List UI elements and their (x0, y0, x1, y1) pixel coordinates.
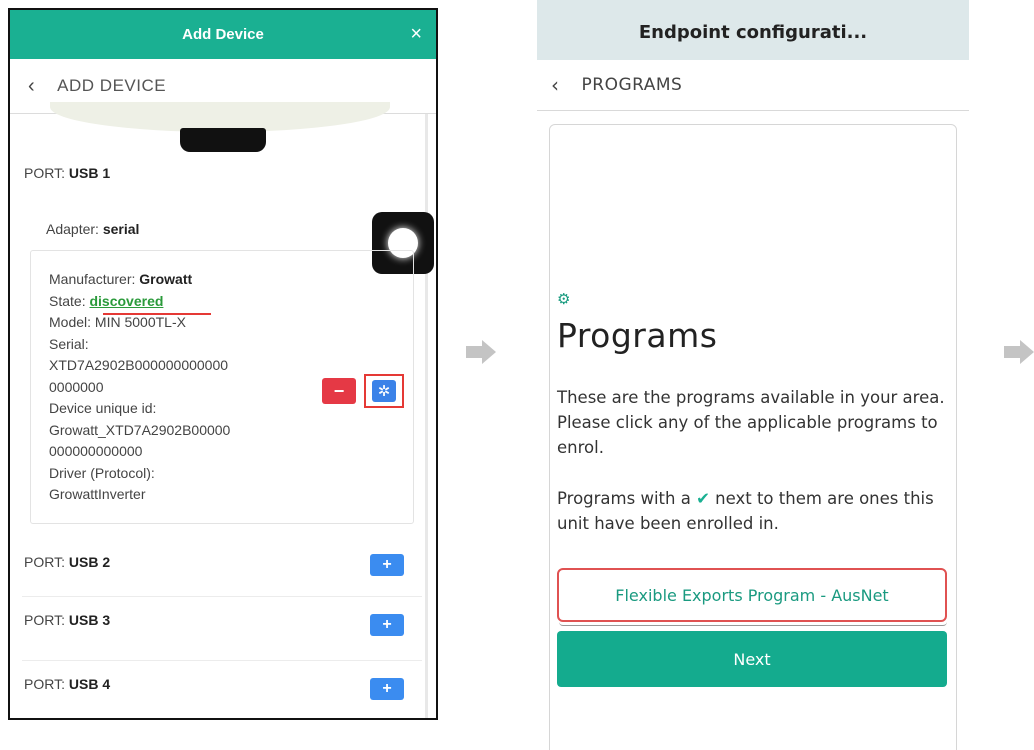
wrench-icon: ✲ (372, 380, 396, 402)
device-uid-line2: 000000000000 (49, 443, 143, 459)
port-usb2-label: PORT: USB 2 (24, 554, 110, 570)
port-usb3-label: PORT: USB 3 (24, 612, 110, 628)
programs-description: These are the programs available in your… (557, 388, 945, 457)
plus-icon: + (382, 556, 392, 573)
manufacturer-line: Manufacturer: Growatt (49, 269, 299, 291)
port-name: USB 1 (68, 165, 111, 181)
device-info-box: Manufacturer: Growatt State: discovered … (30, 250, 414, 524)
port-name: USB 4 (68, 676, 111, 692)
remove-device-button[interactable]: − (322, 378, 356, 404)
programs-panel: Endpoint configurati... ‹ PROGRAMS ⚙ Pro… (537, 0, 969, 750)
enrolled-note: Programs with a ✔ next to them are ones … (557, 486, 952, 536)
model-line: Model: MIN 5000TL-X (49, 314, 186, 330)
port-prefix: PORT: (24, 165, 65, 181)
programs-window-title: Endpoint configurati... (638, 22, 868, 43)
program-button-label: Flexible Exports Program - AusNet (615, 585, 889, 605)
port-name: USB 2 (68, 554, 111, 570)
close-icon[interactable]: × (410, 22, 422, 46)
state-line: State: discovered (49, 291, 299, 313)
flow-arrow-icon (1004, 340, 1034, 364)
device-uid-line1: Growatt_XTD7A2902B00000 (49, 421, 231, 438)
programs-heading: Programs (557, 316, 718, 355)
port-prefix: PORT: (24, 554, 65, 570)
serial-key: Serial: (49, 335, 89, 352)
gear-icon: ⚙ (557, 291, 571, 308)
divider (22, 660, 422, 661)
adapter-label: Adapter: serial (46, 221, 139, 237)
port-usb4-label: PORT: USB 4 (24, 676, 110, 692)
add-device-nav-title: ADD DEVICE (57, 76, 167, 95)
manufacturer-value: Growatt (139, 271, 193, 287)
state-value: discovered (89, 292, 164, 309)
port-usb3-row: PORT: USB 3 + (22, 608, 422, 644)
device-connector-image (180, 128, 266, 152)
program-flexible-exports-button[interactable]: Flexible Exports Program - AusNet (557, 568, 947, 622)
add-device-window-title: Add Device (182, 26, 264, 43)
program-button-shadow (559, 621, 947, 626)
device-info-text: Manufacturer: Growatt State: discovered … (49, 269, 299, 506)
divider (22, 596, 422, 597)
driver-key: Driver (Protocol): (49, 464, 155, 481)
add-port-usb3-button[interactable]: + (370, 614, 404, 636)
configure-device-button[interactable]: ✲ (364, 374, 404, 408)
port-prefix: PORT: (24, 612, 65, 628)
port-usb4-row: PORT: USB 4 + (22, 670, 422, 706)
serial-value-line1: XTD7A2902B000000000000 (49, 357, 229, 373)
port-usb2-row: PORT: USB 2 + (22, 546, 422, 582)
device-uid-key: Device unique id: (49, 400, 157, 416)
add-device-panel: Add Device × ‹ ADD DEVICE PORT: USB 1 Ad… (8, 8, 438, 720)
plus-icon: + (382, 616, 392, 633)
driver-value: GrowattInverter (49, 486, 146, 502)
highlight-underline (103, 313, 211, 315)
next-button[interactable]: Next (557, 631, 947, 687)
programs-nav-title: PROGRAMS (581, 75, 683, 95)
programs-nav: ‹ PROGRAMS (537, 60, 969, 111)
programs-topbar: Endpoint configurati... (537, 0, 969, 60)
manufacturer-key: Manufacturer: (49, 271, 136, 287)
back-arrow-icon[interactable]: ‹ (551, 73, 560, 97)
serial-value-line2: 0000000 (49, 378, 104, 395)
port-name: USB 3 (68, 612, 111, 628)
add-port-usb2-button[interactable]: + (370, 554, 404, 576)
state-key: State: (49, 292, 86, 309)
add-device-titlebar: Add Device (10, 10, 436, 59)
port-prefix: PORT: (24, 676, 65, 692)
back-arrow-icon[interactable]: ‹ (28, 75, 35, 98)
check-icon: ✔ (696, 489, 710, 508)
adapter-value: serial (102, 221, 140, 237)
flow-arrow-icon (466, 340, 496, 364)
enrolled-note-part1: Programs with a (557, 489, 691, 508)
adapter-key: Adapter: (46, 221, 99, 237)
scrollbar[interactable] (425, 114, 428, 718)
next-button-label: Next (733, 649, 771, 669)
add-port-usb4-button[interactable]: + (370, 678, 404, 700)
port-usb1-label: PORT: USB 1 (24, 165, 110, 181)
minus-icon: − (333, 380, 345, 401)
plus-icon: + (382, 680, 392, 697)
